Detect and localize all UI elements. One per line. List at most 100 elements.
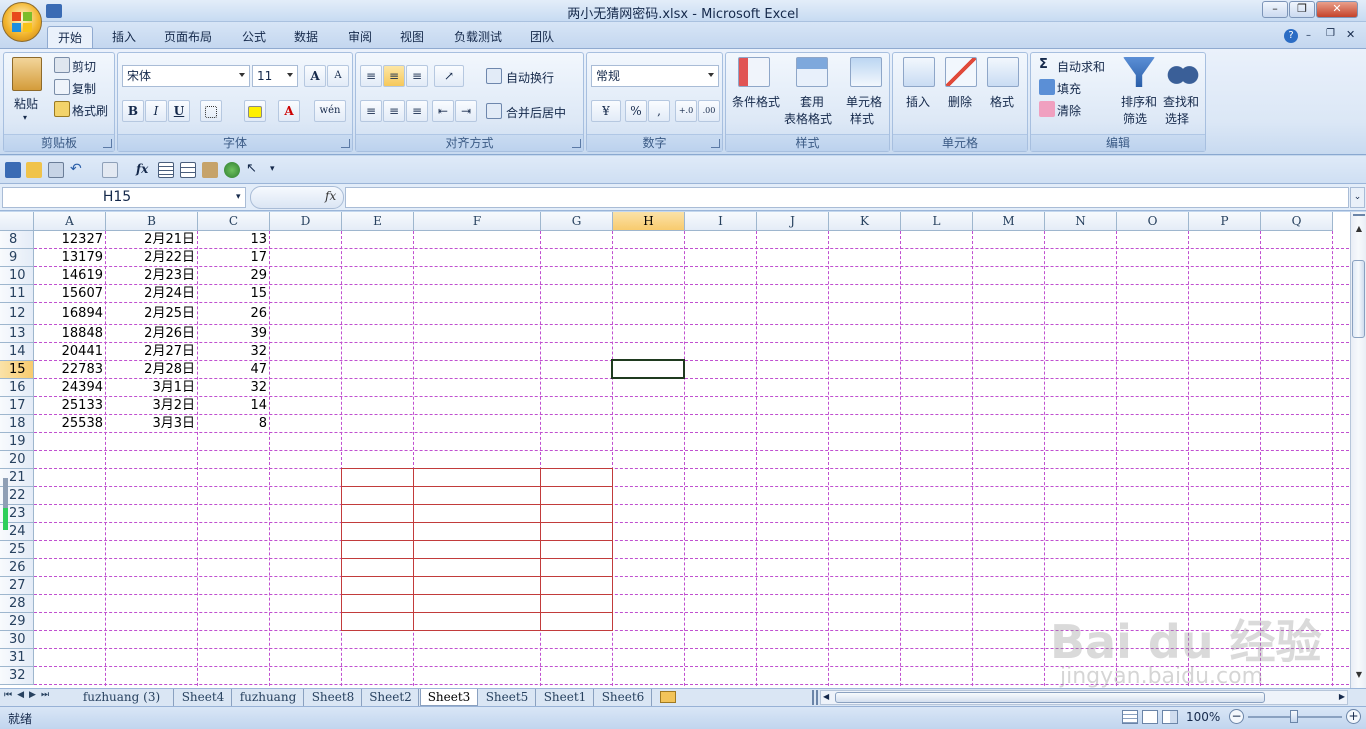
undo-icon[interactable]: ↶ [70, 162, 86, 178]
cell-c14[interactable]: 32 [198, 343, 269, 360]
cell-a10[interactable]: 14619 [34, 267, 105, 284]
grow-font-button[interactable]: A [304, 65, 326, 87]
align-right-icon[interactable]: ≡ [406, 100, 428, 122]
align-left-icon[interactable]: ≡ [360, 100, 382, 122]
increase-decimal-button[interactable]: +.0 [675, 100, 697, 122]
bordered-cell[interactable] [540, 468, 613, 487]
sheet-tab[interactable]: Sheet2 [363, 689, 419, 706]
bordered-cell[interactable] [540, 576, 613, 595]
ribbon-restore-icon[interactable]: ❐ [1326, 28, 1335, 39]
number-format-combo[interactable]: 常规 [591, 65, 719, 87]
tab-team[interactable]: 团队 [520, 26, 564, 49]
bordered-cell[interactable] [341, 468, 414, 487]
zoom-in-button[interactable]: + [1346, 709, 1361, 724]
bordered-cell[interactable] [540, 504, 613, 523]
bordered-cell[interactable] [413, 594, 541, 613]
row-header[interactable]: 14 [0, 343, 34, 361]
row-header[interactable]: 11 [0, 285, 34, 303]
cell-a17[interactable]: 25133 [34, 397, 105, 414]
fill-button[interactable]: 填充 [1057, 80, 1081, 97]
cell-c18[interactable]: 8 [198, 415, 269, 432]
minimize-button[interactable]: – [1262, 1, 1288, 18]
bordered-cell[interactable] [413, 612, 541, 631]
scroll-right-icon[interactable]: ▶ [1339, 692, 1345, 701]
column-header-a[interactable]: A [34, 212, 106, 231]
column-header-l[interactable]: L [901, 212, 973, 231]
shrink-font-button[interactable]: A [327, 65, 349, 87]
tab-insert[interactable]: 插入 [102, 26, 146, 49]
cell-b11[interactable]: 2月24日 [106, 285, 197, 302]
column-header-f[interactable]: F [414, 212, 541, 231]
restore-button[interactable]: ❐ [1289, 1, 1315, 18]
grid-icon[interactable] [158, 162, 174, 178]
row-header[interactable]: 28 [0, 595, 34, 613]
page-layout-view-icon[interactable] [1142, 710, 1158, 724]
row-header[interactable]: 15 [0, 361, 34, 379]
comma-button[interactable]: , [648, 100, 670, 122]
insert-sheet-icon[interactable] [660, 691, 676, 703]
bordered-cell[interactable] [341, 486, 414, 505]
row-header[interactable]: 18 [0, 415, 34, 433]
pointer-icon[interactable]: ↖ [246, 162, 262, 178]
row-header[interactable]: 20 [0, 451, 34, 469]
bordered-cell[interactable] [341, 594, 414, 613]
cell-a11[interactable]: 15607 [34, 285, 105, 302]
active-cell[interactable] [611, 359, 685, 379]
row-header[interactable]: 8 [0, 231, 34, 249]
cell-a18[interactable]: 25538 [34, 415, 105, 432]
bordered-cell[interactable] [540, 522, 613, 541]
sort-filter-label-1[interactable]: 排序和 [1121, 93, 1157, 110]
cell-b8[interactable]: 2月21日 [106, 231, 197, 248]
autosum-button[interactable]: 自动求和 [1057, 58, 1105, 75]
column-header-b[interactable]: B [106, 212, 198, 231]
normal-view-icon[interactable] [1122, 710, 1138, 724]
wrap-text-button[interactable]: 自动换行 [506, 69, 554, 86]
copy-button[interactable]: 复制 [72, 80, 96, 97]
sheet-tab[interactable]: Sheet8 [305, 689, 362, 706]
bordered-cell[interactable] [540, 612, 613, 631]
decrease-indent-icon[interactable]: ⇤ [432, 100, 454, 122]
tab-review[interactable]: 审阅 [338, 26, 382, 49]
alignment-launcher-icon[interactable] [572, 139, 581, 148]
globe-icon[interactable] [224, 162, 240, 178]
paste-dropdown-icon[interactable]: ▾ [23, 113, 27, 122]
bordered-cell[interactable] [413, 540, 541, 559]
row-header[interactable]: 9 [0, 249, 34, 267]
zoom-level[interactable]: 100% [1186, 710, 1220, 724]
column-header-g[interactable]: G [541, 212, 613, 231]
column-header-n[interactable]: N [1045, 212, 1117, 231]
row-header[interactable]: 30 [0, 631, 34, 649]
cell-b12[interactable]: 2月25日 [106, 305, 197, 322]
tools-icon[interactable] [202, 162, 218, 178]
conditional-format-button[interactable]: 条件格式 [732, 93, 780, 110]
cut-button[interactable]: 剪切 [72, 58, 96, 75]
horizontal-scroll-thumb[interactable] [835, 692, 1265, 703]
row-header[interactable]: 25 [0, 541, 34, 559]
fill-color-button[interactable] [244, 100, 266, 122]
sheet-tab[interactable]: Sheet1 [537, 689, 594, 706]
find-select-label-1[interactable]: 查找和 [1163, 93, 1199, 110]
tab-load-test[interactable]: 负载测试 [444, 26, 512, 49]
format-as-table-label-2[interactable]: 表格格式 [784, 110, 832, 127]
row-header[interactable]: 27 [0, 577, 34, 595]
cell-c13[interactable]: 39 [198, 325, 269, 342]
horizontal-scrollbar[interactable]: ◀ ▶ [820, 690, 1348, 705]
cell-c15[interactable]: 47 [198, 361, 269, 378]
cell-a13[interactable]: 18848 [34, 325, 105, 342]
cell-styles-label-2[interactable]: 样式 [850, 110, 874, 127]
sort-filter-label-2[interactable]: 筛选 [1123, 110, 1147, 127]
rows-icon[interactable] [180, 162, 196, 178]
scroll-up-icon[interactable]: ▲ [1353, 224, 1365, 238]
row-header[interactable]: 19 [0, 433, 34, 451]
tab-view[interactable]: 视图 [390, 26, 434, 49]
office-button[interactable] [2, 2, 42, 42]
cell-c12[interactable]: 26 [198, 305, 269, 322]
decrease-decimal-button[interactable]: .00 [698, 100, 720, 122]
zoom-slider-thumb[interactable] [1290, 710, 1298, 723]
paste-button[interactable]: 粘贴 [14, 95, 38, 112]
cell-a15[interactable]: 22783 [34, 361, 105, 378]
vertical-scrollbar[interactable]: ▲ ▼ [1350, 212, 1366, 688]
sheet-tab[interactable]: Sheet4 [175, 689, 232, 706]
cell-b9[interactable]: 2月22日 [106, 249, 197, 266]
tab-split-handle[interactable] [812, 690, 818, 705]
